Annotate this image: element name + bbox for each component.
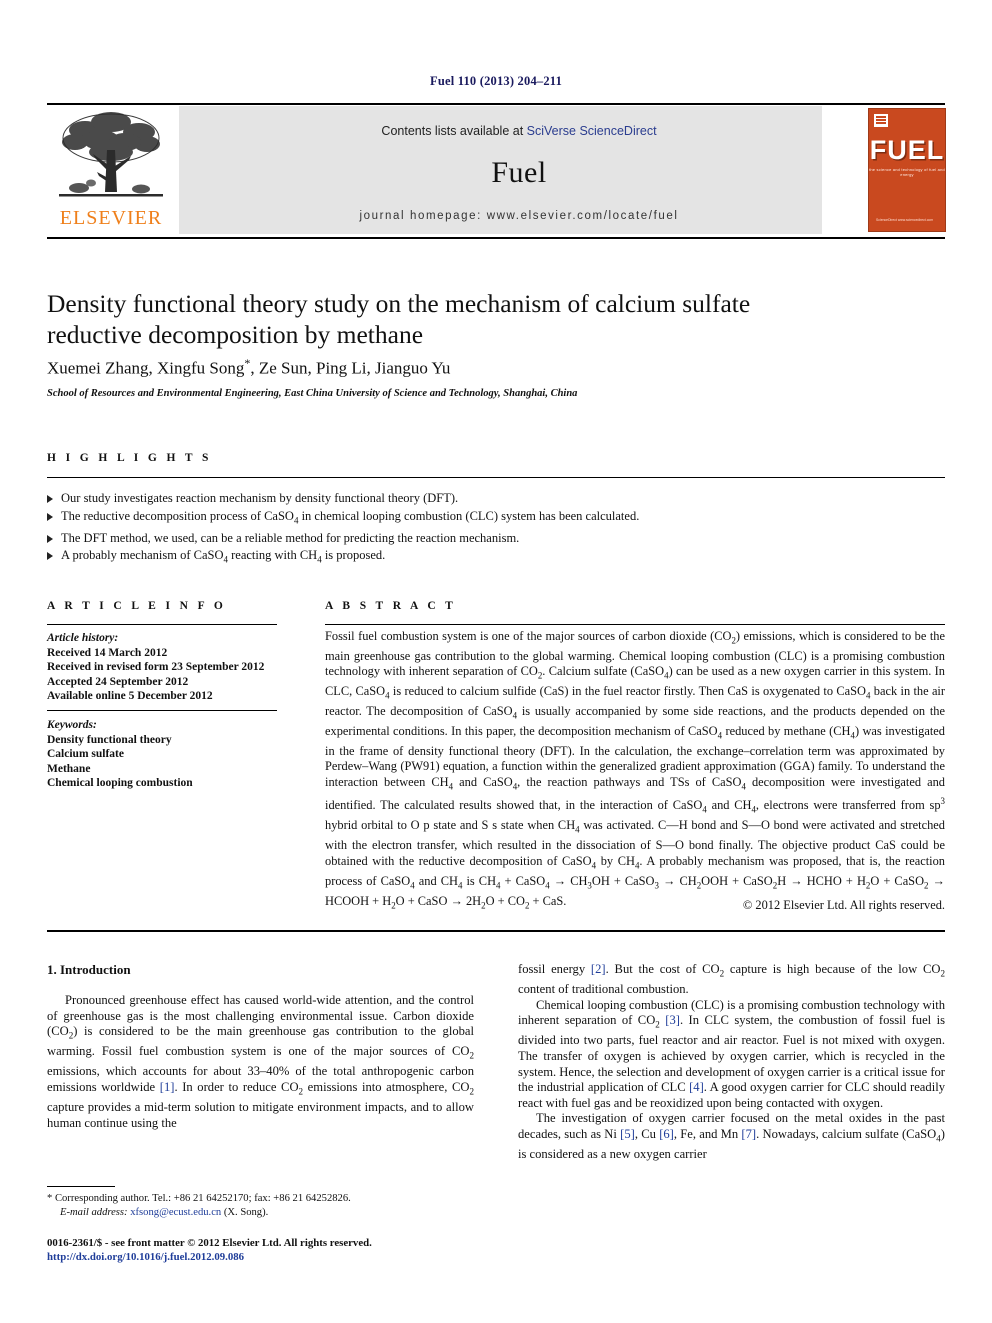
article-history-online: Available online 5 December 2012 <box>47 690 213 703</box>
article-title-line2: reductive decomposition by methane <box>47 320 424 349</box>
email-link[interactable]: xfsong@ecust.edu.cn <box>130 1207 221 1218</box>
bullet-triangle-icon <box>47 512 53 521</box>
contents-prefix: Contents lists available at <box>381 124 527 138</box>
intro-paragraph-1: Pronounced greenhouse effect has caused … <box>47 993 474 1130</box>
keyword-item: Methane <box>47 762 91 775</box>
article-history-label: Article history: <box>47 632 119 644</box>
highlights-heading: H I G H L I G H T S <box>47 452 212 464</box>
citation-ref[interactable]: [6] <box>659 1127 674 1141</box>
masthead-bottom-rule <box>47 237 945 239</box>
highlight-item: The reductive decomposition process of C… <box>47 508 927 530</box>
article-history-accepted: Accepted 24 September 2012 <box>47 675 189 688</box>
elsevier-tree-icon <box>59 112 163 197</box>
citation-ref[interactable]: [1] <box>160 1080 175 1094</box>
journal-article-page: Fuel 110 (2013) 204–211 ELSEVIER Content… <box>0 0 992 1323</box>
journal-title: Fuel <box>491 156 547 189</box>
colophon: 0016-2361/$ - see front matter © 2012 El… <box>47 1236 507 1264</box>
email-label: E-mail address: <box>60 1206 128 1218</box>
article-info-rule <box>47 624 277 625</box>
section-heading-introduction: 1. Introduction <box>47 962 131 977</box>
masthead: ELSEVIER Contents lists available at Sci… <box>47 106 946 234</box>
article-history-revised: Received in revised form 23 September 20… <box>47 661 265 674</box>
journal-cover-image: FUEL the science and technology of fuel … <box>868 108 946 232</box>
footnote-block: * Corresponding author. Tel.: +86 21 642… <box>47 1192 474 1219</box>
cover-subtitle: the science and technology of fuel and e… <box>869 167 945 177</box>
highlights-rule <box>47 477 945 478</box>
author-list: Xuemei Zhang, Xingfu Song*, Ze Sun, Ping… <box>47 356 927 379</box>
authors-before-star: Xuemei Zhang, Xingfu Song <box>47 358 245 378</box>
highlight-text: A probably mechanism of CaSO4 reacting w… <box>61 548 386 565</box>
elsevier-wordmark: ELSEVIER <box>59 207 163 229</box>
article-info-divider-rule <box>47 710 277 711</box>
elsevier-logo[interactable]: ELSEVIER <box>47 108 175 234</box>
sciencedirect-link[interactable]: SciVerse ScienceDirect <box>527 124 657 138</box>
running-head: Fuel 110 (2013) 204–211 <box>429 74 563 88</box>
abstract-paragraph: Fossil fuel combustion system is one of … <box>325 629 946 910</box>
keyword-item: Chemical looping combustion <box>47 777 193 790</box>
bullet-triangle-icon <box>47 495 53 503</box>
journal-cover-thumbnail[interactable]: FUEL the science and technology of fuel … <box>822 106 946 234</box>
highlight-text: Our study investigates reaction mechanis… <box>61 491 459 505</box>
email-owner: (X. Song). <box>223 1206 269 1218</box>
corresponding-author-note: * Corresponding author. Tel.: +86 21 642… <box>47 1193 351 1204</box>
highlight-item: A probably mechanism of CaSO4 reacting w… <box>47 547 927 569</box>
citation-ref[interactable]: [2] <box>591 962 606 976</box>
keyword-item: Density functional theory <box>47 733 172 746</box>
cover-footer: ScienceDirect www.sciencedirect.com <box>876 218 934 222</box>
citation-ref[interactable]: [5] <box>620 1127 635 1141</box>
abstract-heading: A B S T R A C T <box>325 600 457 612</box>
author-affiliation: School of Resources and Environmental En… <box>47 388 578 399</box>
bullet-triangle-icon <box>47 534 53 543</box>
masthead-top-rule <box>47 103 945 105</box>
article-history-received: Received 14 March 2012 <box>47 646 168 659</box>
abstract-bottom-rule <box>47 930 945 932</box>
abstract-body: Fossil fuel combustion system is one of … <box>325 629 945 913</box>
article-title: Density functional theory study on the m… <box>47 288 927 350</box>
body-column-left: 1. Introduction Pronounced greenhouse ef… <box>47 962 474 1131</box>
highlights-list: Our study investigates reaction mechanis… <box>47 490 927 569</box>
citation-ref[interactable]: [4] <box>689 1080 704 1094</box>
highlight-item: Our study investigates reaction mechanis… <box>47 490 927 508</box>
bullet-triangle-icon <box>47 552 53 560</box>
keywords-label: Keywords: <box>47 719 97 731</box>
abstract-copyright: © 2012 Elsevier Ltd. All rights reserved… <box>742 898 945 912</box>
citation-ref[interactable]: [7] <box>741 1127 756 1141</box>
keyword-item: Calcium sulfate <box>47 748 124 761</box>
issn-copyright-line: 0016-2361/$ - see front matter © 2012 El… <box>47 1237 372 1249</box>
cover-elsevier-icon <box>874 114 888 127</box>
email-note: E-mail address: xfsong@ecust.edu.cn (X. … <box>47 1206 474 1220</box>
body-column-right: fossil energy [2]. But the cost of CO2 c… <box>518 962 945 1163</box>
keywords-block: Keywords: Density functional theory Calc… <box>47 718 292 791</box>
intro-paragraph-3: The investigation of oxygen carrier focu… <box>518 1111 945 1162</box>
abstract-rule <box>325 624 945 625</box>
highlight-text: The reductive decomposition process of C… <box>61 508 640 526</box>
article-info-heading: A R T I C L E I N F O <box>47 600 227 612</box>
highlight-item: The DFT method, we used, can be a reliab… <box>47 530 927 548</box>
article-title-line1: Density functional theory study on the m… <box>47 289 751 318</box>
doi-link[interactable]: http://dx.doi.org/10.1016/j.fuel.2012.09… <box>47 1250 507 1264</box>
intro-paragraph-1-cont: fossil energy [2]. But the cost of CO2 c… <box>518 962 945 997</box>
citation-ref[interactable]: [3] <box>665 1013 680 1027</box>
contents-available-line: Contents lists available at SciVerse Sci… <box>179 124 859 138</box>
footnote-rule <box>47 1186 115 1187</box>
authors-after-star: , Ze Sun, Ping Li, Jianguo Yu <box>250 358 451 378</box>
highlight-text: The DFT method, we used, can be a reliab… <box>61 530 520 545</box>
journal-homepage-link[interactable]: journal homepage: www.elsevier.com/locat… <box>179 210 859 222</box>
intro-paragraph-2: Chemical looping combustion (CLC) is a p… <box>518 997 945 1110</box>
article-history: Article history: Received 14 March 2012 … <box>47 631 292 704</box>
cover-title: FUEL <box>869 135 945 165</box>
